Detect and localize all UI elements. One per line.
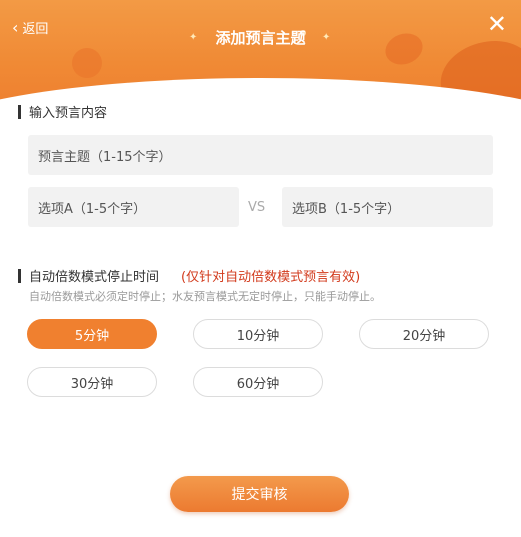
submit-review-button[interactable]: 提交审核 <box>170 476 349 512</box>
content-section-title: 输入预言内容 <box>18 102 107 121</box>
vs-label: VS <box>248 200 266 215</box>
section-marker <box>18 268 21 283</box>
stop-section-note: (仅针对自动倍数模式预言有效) <box>181 270 361 285</box>
content-section-label: 输入预言内容 <box>29 106 108 121</box>
stop-section-title: 自动倍数模式停止时间 (仅针对自动倍数模式预言有效) <box>18 266 360 285</box>
option-a-input[interactable]: 选项A（1-5个字） <box>28 187 239 227</box>
stop-section-subtitle: 自动倍数模式必须定时停止；水友预言模式无定时停止，只能手动停止。 <box>29 290 381 303</box>
decoration-coin <box>72 48 102 78</box>
duration-option-60[interactable]: 60分钟 <box>193 367 323 397</box>
dialog-header: ‹ 返回 ✦ 添加预言主题 ✦ ✕ <box>0 0 521 105</box>
close-icon[interactable]: ✕ <box>487 12 507 36</box>
dialog-title: 添加预言主题 <box>215 29 306 47</box>
stop-section-label: 自动倍数模式停止时间 <box>29 270 160 285</box>
duration-option-5[interactable]: 5分钟 <box>27 319 157 349</box>
section-marker <box>18 104 21 119</box>
add-prediction-dialog: ‹ 返回 ✦ 添加预言主题 ✦ ✕ 输入预言内容 预言主题（1-15个字） 选项… <box>0 0 521 537</box>
topic-input[interactable]: 预言主题（1-15个字） <box>28 135 493 175</box>
duration-option-10[interactable]: 10分钟 <box>193 319 323 349</box>
duration-option-30[interactable]: 30分钟 <box>27 367 157 397</box>
duration-option-20[interactable]: 20分钟 <box>359 319 489 349</box>
option-b-input[interactable]: 选项B（1-5个字） <box>282 187 493 227</box>
sparkle-icon: ✦ <box>322 32 331 43</box>
